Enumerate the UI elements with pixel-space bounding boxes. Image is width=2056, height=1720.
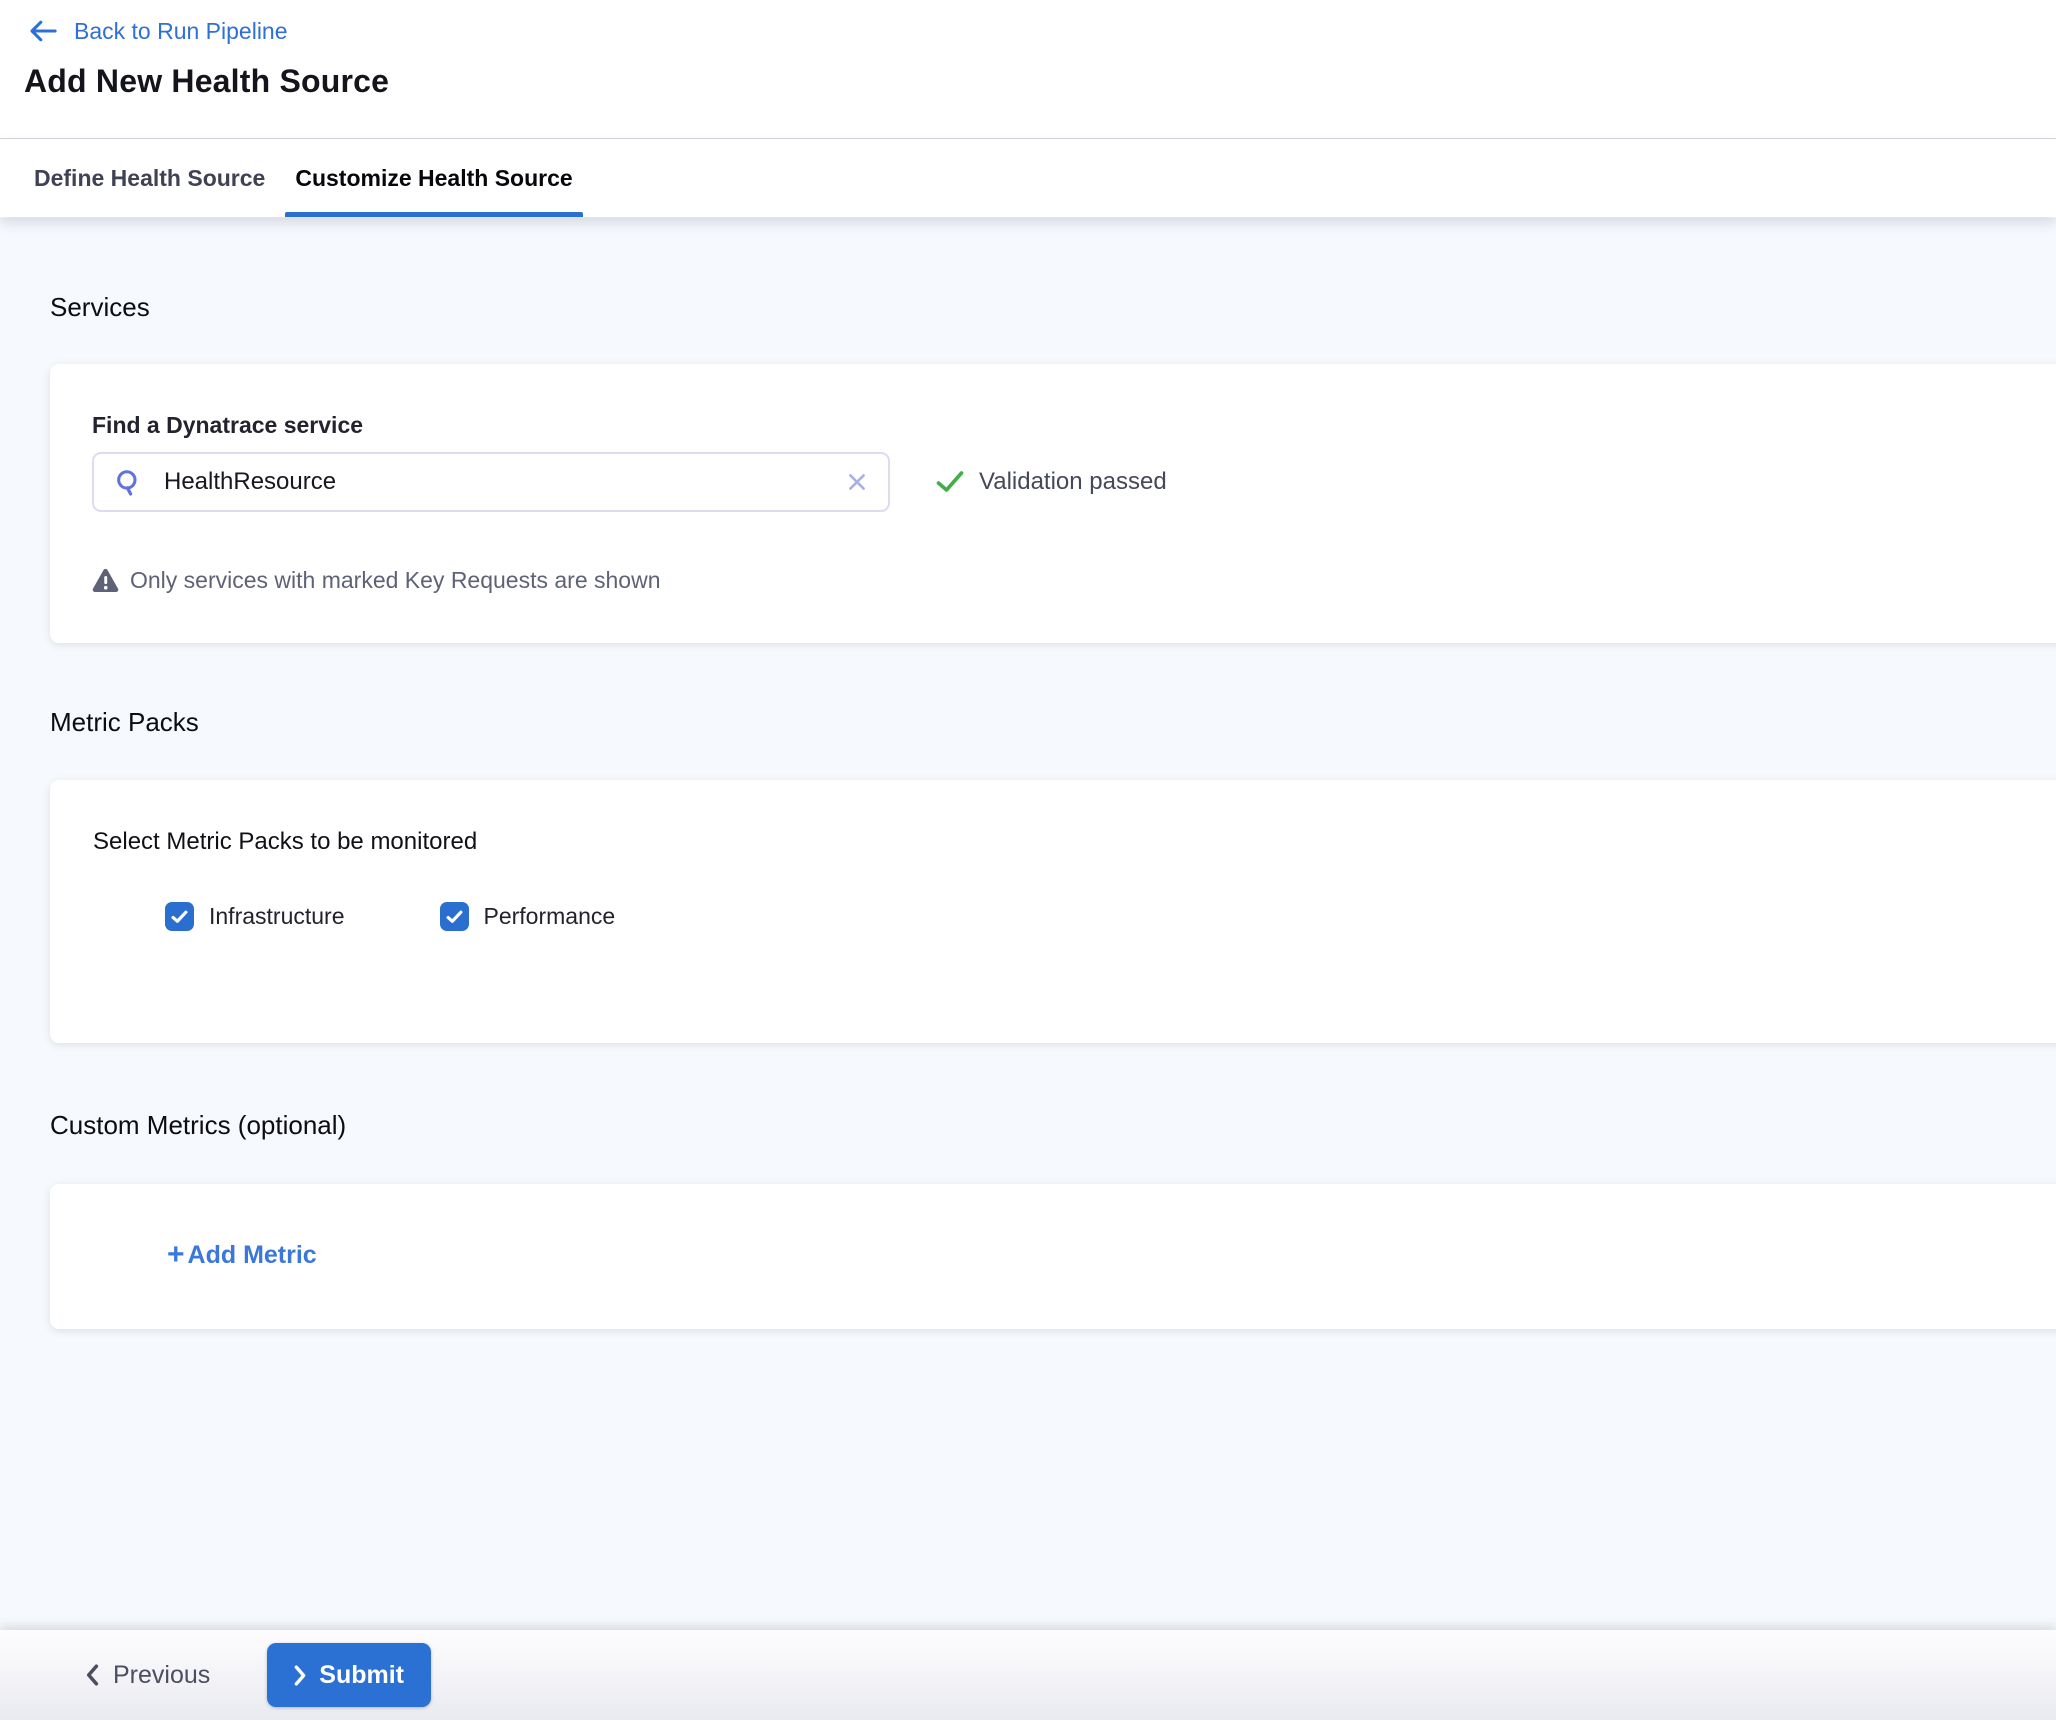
submit-button-label: Submit <box>319 1661 404 1690</box>
chevron-right-icon <box>294 1665 307 1686</box>
service-search-label: Find a Dynatrace service <box>92 412 2056 439</box>
checkbox-infrastructure[interactable]: Infrastructure <box>165 902 345 931</box>
checkbox-performance[interactable]: Performance <box>440 902 616 931</box>
service-search-input[interactable]: HealthResource <box>92 452 890 512</box>
custom-metrics-heading: Custom Metrics (optional) <box>50 1110 2056 1141</box>
previous-button[interactable]: Previous <box>85 1661 210 1690</box>
add-health-source-page: Back to Run Pipeline Add New Health Sour… <box>0 0 2056 1720</box>
warning-text: Only services with marked Key Requests a… <box>130 567 661 594</box>
tab-bar: Define Health Source Customize Health So… <box>0 139 2056 217</box>
submit-button[interactable]: Submit <box>267 1643 431 1707</box>
tab-define-health-source[interactable]: Define Health Source <box>24 139 275 217</box>
page-header: Back to Run Pipeline Add New Health Sour… <box>0 0 2056 139</box>
previous-button-label: Previous <box>113 1661 210 1690</box>
checkbox-checked-icon <box>440 902 469 931</box>
add-metric-button[interactable]: + Add Metric <box>167 1240 317 1270</box>
services-heading: Services <box>50 292 2056 323</box>
clear-search-icon[interactable] <box>846 471 868 493</box>
checkbox-checked-icon <box>165 902 194 931</box>
metric-packs-options: Infrastructure Performance <box>165 902 2056 931</box>
key-requests-warning: Only services with marked Key Requests a… <box>92 567 2056 594</box>
warning-icon <box>92 568 119 593</box>
plus-icon: + <box>167 1240 185 1270</box>
checkbox-label-infrastructure: Infrastructure <box>209 903 345 930</box>
footer-bar: Previous Submit <box>0 1630 2056 1720</box>
service-search-value: HealthResource <box>164 468 336 496</box>
search-icon <box>114 468 142 496</box>
metric-packs-card: Select Metric Packs to be monitored Infr… <box>50 780 2056 1043</box>
back-link-label: Back to Run Pipeline <box>74 18 288 45</box>
back-link[interactable]: Back to Run Pipeline <box>28 14 288 48</box>
tab-customize-health-source[interactable]: Customize Health Source <box>285 139 582 217</box>
metric-packs-heading: Metric Packs <box>50 707 2056 738</box>
add-metric-label: Add Metric <box>188 1241 317 1270</box>
metric-packs-subtitle: Select Metric Packs to be monitored <box>93 827 2056 856</box>
checkbox-label-performance: Performance <box>484 903 616 930</box>
chevron-left-icon <box>85 1664 99 1686</box>
back-arrow-icon <box>28 20 58 42</box>
validation-check-icon <box>935 470 966 494</box>
service-search-row: HealthResource Validation passed <box>92 452 2056 512</box>
validation-status: Validation passed <box>935 468 1167 496</box>
main-content: Services Find a Dynatrace service Health… <box>0 218 2056 1630</box>
custom-metrics-card: + Add Metric <box>50 1184 2056 1329</box>
validation-text: Validation passed <box>979 468 1167 496</box>
services-card: Find a Dynatrace service HealthResource <box>50 364 2056 643</box>
page-title: Add New Health Source <box>24 63 2056 100</box>
